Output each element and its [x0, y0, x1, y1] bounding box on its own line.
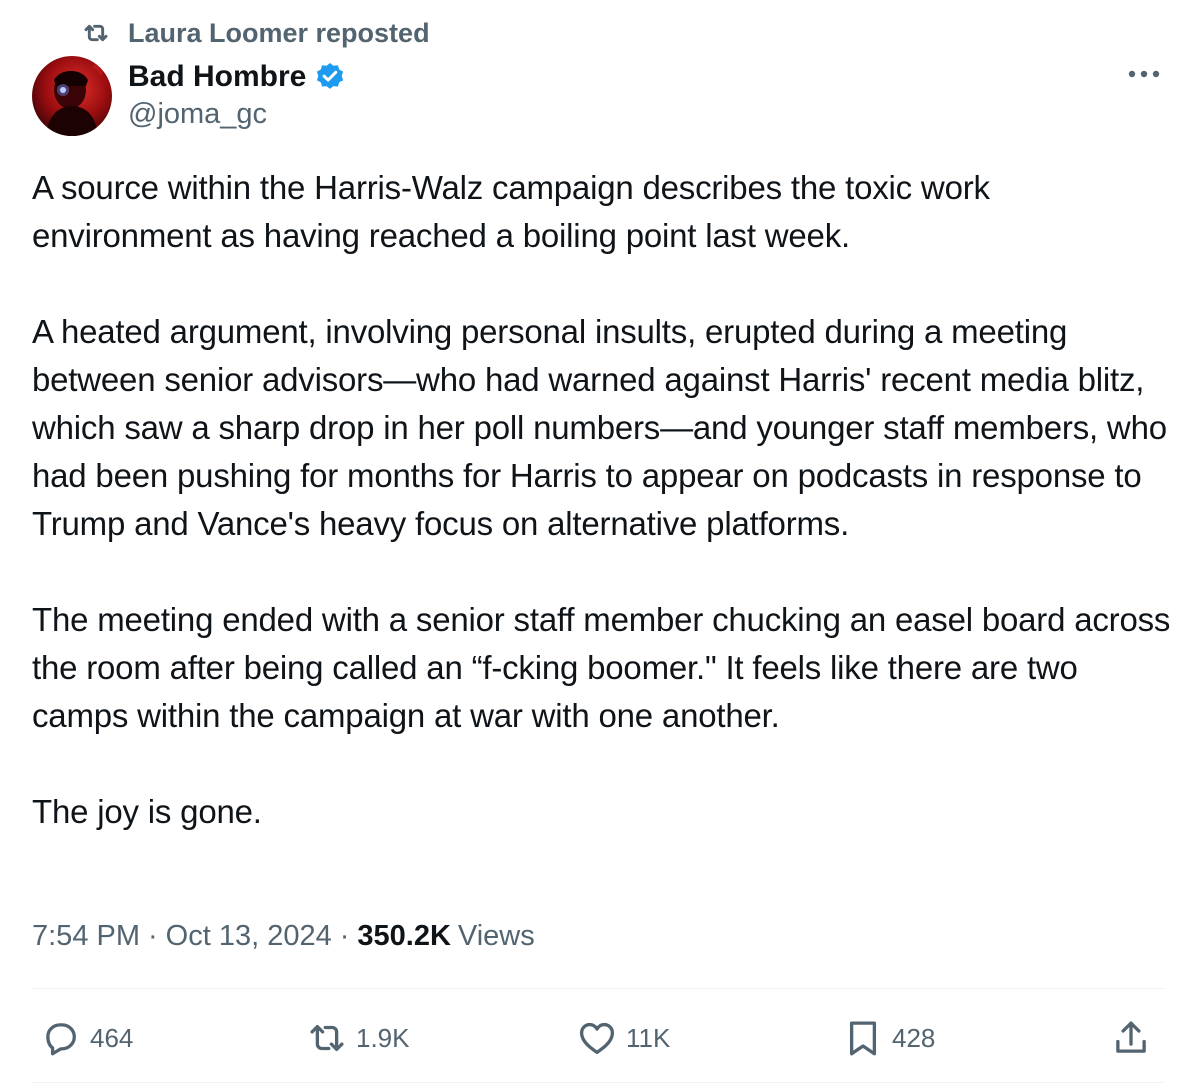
tweet-meta: 7:54 PM · Oct 13, 2024 · 350.2K Views: [32, 914, 535, 958]
tweet-paragraph: A heated argument, involving personal in…: [32, 313, 1167, 542]
tweet-paragraph: The joy is gone.: [32, 793, 262, 830]
more-icon: [1127, 66, 1161, 84]
tweet-date[interactable]: Oct 13, 2024: [166, 920, 332, 953]
verified-badge-icon[interactable]: [314, 61, 346, 93]
repost-count: 1.9K: [356, 1022, 410, 1053]
repost-context[interactable]: Laura Loomer reposted: [80, 16, 430, 50]
views-label[interactable]: Views: [458, 920, 535, 953]
repost-button[interactable]: 1.9K: [304, 1006, 410, 1070]
author-handle[interactable]: @joma_gc: [128, 98, 267, 131]
tweet-body: A source within the Harris-Walz campaign…: [32, 164, 1172, 836]
like-count: 11K: [626, 1022, 671, 1053]
like-button[interactable]: 11K: [574, 1006, 670, 1070]
divider: [32, 1082, 1164, 1083]
action-bar: 464 1.9K 11K 428: [32, 1006, 1164, 1070]
repost-text: Laura Loomer reposted: [128, 17, 430, 48]
meta-separator: ·: [339, 919, 350, 952]
more-options-button[interactable]: [1124, 58, 1164, 92]
tweet-time[interactable]: 7:54 PM: [32, 920, 140, 953]
divider: [32, 988, 1164, 989]
repost-icon: [80, 17, 112, 49]
bookmark-icon: [840, 1015, 886, 1061]
tweet-paragraph: The meeting ended with a senior staff me…: [32, 601, 1171, 734]
reply-button[interactable]: 464: [38, 1006, 133, 1070]
repost-icon: [304, 1015, 350, 1061]
author-name-row[interactable]: Bad Hombre: [128, 58, 346, 96]
reply-count: 464: [90, 1022, 134, 1053]
share-button[interactable]: [1108, 1006, 1154, 1070]
bookmark-button[interactable]: 428: [840, 1006, 935, 1070]
heart-icon: [574, 1015, 620, 1061]
share-icon: [1108, 1015, 1154, 1061]
tweet-paragraph: A source within the Harris-Walz campaign…: [32, 169, 990, 254]
views-count[interactable]: 350.2K: [357, 920, 451, 953]
author-display-name[interactable]: Bad Hombre: [128, 60, 306, 94]
reply-icon: [38, 1015, 84, 1061]
avatar[interactable]: [32, 56, 112, 136]
meta-separator: ·: [148, 919, 158, 952]
bookmark-count: 428: [892, 1022, 936, 1053]
